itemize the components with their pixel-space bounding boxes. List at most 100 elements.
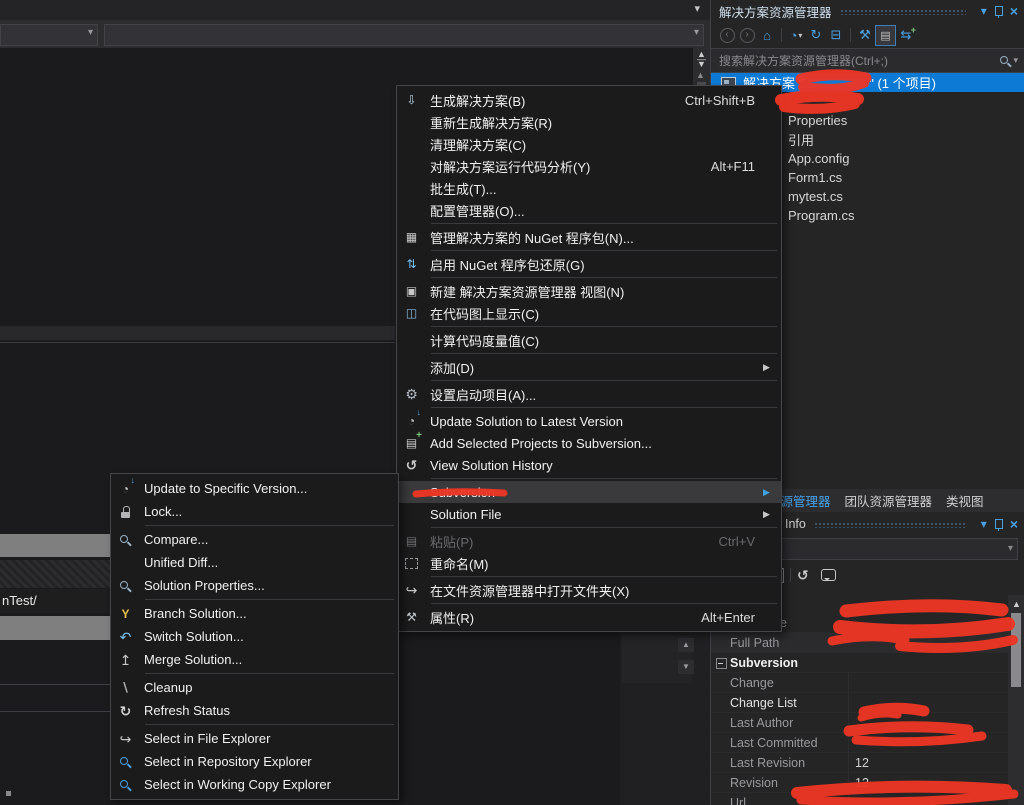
menu-item[interactable]: View Solution History ▶ (397, 454, 781, 476)
divider (0, 684, 110, 685)
pending-changes-filter-icon[interactable]: ◔▾ (786, 25, 806, 45)
property-rows: File Name Full Path Subversion Change (711, 613, 1009, 805)
menu-item-label: 对解决方案运行代码分析(Y) (430, 157, 685, 176)
menu-item[interactable]: 新建 解决方案资源管理器 视图(N) ▶ (397, 280, 781, 302)
background-bar (0, 616, 118, 640)
menu-item[interactable]: Refresh Status ▶ (111, 699, 398, 722)
merge-icon (117, 652, 134, 668)
menu-item[interactable]: Branch Solution... ▶ (111, 602, 398, 625)
solution-explorer-header: 解决方案资源管理器 ▾ × (711, 0, 1024, 22)
property-row[interactable]: Last Revision 12 (711, 753, 1009, 773)
menu-item[interactable]: Update to Specific Version... ▶ (111, 477, 398, 500)
navbar-type-dropdown[interactable]: ▾ (0, 24, 98, 46)
property-value (848, 713, 1009, 732)
menu-item[interactable]: Add Selected Projects to Subversion... ▶ (397, 432, 781, 454)
menu-item-shortcut: Alt+F11 (711, 159, 755, 174)
property-label: Change List (730, 696, 848, 710)
chevron-down-icon: ▾ (694, 27, 699, 38)
menu-item[interactable]: Lock... ▶ (111, 500, 398, 523)
tool-window-tab[interactable]: 类视图 (946, 491, 984, 510)
menu-item[interactable]: Select in Working Copy Explorer ▶ (111, 773, 398, 796)
comment-icon[interactable] (821, 569, 836, 581)
sync-with-active-document-icon[interactable]: ⇆ (896, 25, 916, 45)
menu-item[interactable]: 属性(R) Alt+Enter ▶ (397, 606, 781, 628)
menu-item-label: Branch Solution... (144, 606, 346, 621)
menu-item[interactable]: Subversion ▶ (397, 481, 781, 503)
grid-scrollbar[interactable]: ▲ (1008, 595, 1024, 805)
chevron-down-icon[interactable]: ▾ (1013, 55, 1018, 66)
refresh-icon[interactable]: ↻ (806, 25, 826, 45)
splitter-grip-icon[interactable]: ▲—▼ (695, 52, 708, 67)
menu-item[interactable]: Solution File ▶ (397, 503, 781, 525)
menu-item[interactable]: 在代码图上显示(C) ▶ (397, 302, 781, 324)
chevron-down-icon[interactable]: ▾ (694, 2, 700, 15)
menu-item[interactable]: 重命名(M) ▶ (397, 552, 781, 574)
scroll-up-icon[interactable]: ▲ (678, 638, 694, 652)
close-icon[interactable]: × (1010, 517, 1018, 531)
menu-item[interactable]: 对解决方案运行代码分析(Y) Alt+F11 ▶ (397, 155, 781, 177)
pin-icon[interactable] (995, 519, 1003, 529)
navbar-member-dropdown[interactable]: ▾ (104, 24, 704, 46)
menu-item[interactable]: 生成解决方案(B) Ctrl+Shift+B ▶ (397, 89, 781, 111)
back-button[interactable]: ‹ (717, 25, 737, 45)
property-row[interactable]: Change (711, 673, 1009, 693)
menu-item[interactable]: Compare... ▶ (111, 528, 398, 551)
search-icon[interactable] (999, 55, 1011, 67)
show-all-files-button[interactable]: ▤ (875, 25, 896, 46)
property-value (798, 653, 1009, 672)
property-row[interactable]: Change List (711, 693, 1009, 713)
menu-item[interactable]: Solution Properties... ▶ (111, 574, 398, 597)
scroll-up-icon[interactable]: ▲ (1012, 599, 1021, 609)
menu-item-label: 粘贴(P) (430, 532, 693, 551)
property-row[interactable]: Full Path (711, 633, 1009, 653)
menu-item[interactable]: Select in File Explorer ▶ (111, 727, 398, 750)
menu-item[interactable]: 管理解决方案的 NuGet 程序包(N)... ▶ (397, 226, 781, 248)
menu-item[interactable]: 清理解决方案(C) ▶ (397, 133, 781, 155)
forward-button[interactable]: › (737, 25, 757, 45)
property-row[interactable]: Url (711, 793, 1009, 805)
property-value (848, 693, 1009, 712)
scroll-up-icon[interactable]: ▲ (696, 70, 705, 80)
menu-item[interactable]: 设置启动项目(A)... ▶ (397, 383, 781, 405)
property-value: 12 (848, 753, 1009, 772)
solution-explorer-search: ▾ (711, 48, 1024, 73)
menu-item[interactable]: 启用 NuGet 程序包还原(G) ▶ (397, 253, 781, 275)
menu-item[interactable]: Merge Solution... ▶ (111, 648, 398, 671)
menu-item[interactable]: Select in Repository Explorer ▶ (111, 750, 398, 773)
window-position-icon[interactable]: ▾ (981, 518, 987, 530)
rename-icon (403, 555, 420, 571)
menu-item-label: 重命名(M) (430, 554, 729, 573)
menu-item[interactable]: 计算代码度量值(C) ▶ (397, 329, 781, 351)
home-icon[interactable]: ⌂ (757, 25, 777, 45)
property-row[interactable]: Revision 12 (711, 773, 1009, 793)
close-icon[interactable]: × (1010, 4, 1018, 18)
menu-item[interactable]: Switch Solution... ▶ (111, 625, 398, 648)
menu-item-icon (403, 202, 420, 218)
menu-item-shortcut: Ctrl+Shift+B (685, 93, 755, 108)
pin-icon[interactable] (995, 6, 1003, 16)
divider (0, 711, 110, 712)
property-row[interactable]: Last Committed (711, 733, 1009, 753)
menu-item[interactable]: 粘贴(P) Ctrl+V ▶ (397, 530, 781, 552)
menu-item[interactable]: 配置管理器(O)... ▶ (397, 199, 781, 221)
menu-item[interactable]: 在文件资源管理器中打开文件夹(X) ▶ (397, 579, 781, 601)
properties-wrench-icon[interactable]: ⚒ (855, 25, 875, 45)
menu-item[interactable]: 重新生成解决方案(R) ▶ (397, 111, 781, 133)
menu-item[interactable]: Update Solution to Latest Version ▶ (397, 410, 781, 432)
collapse-all-icon[interactable]: ⊟ (826, 25, 846, 45)
tool-window-tab[interactable]: 团队资源管理器 (845, 491, 933, 510)
menu-item[interactable]: Unified Diff... ▶ (111, 551, 398, 574)
menu-item[interactable]: 添加(D) ▶ (397, 356, 781, 378)
property-row[interactable]: Subversion (711, 653, 1009, 673)
repo-search-icon (117, 754, 134, 770)
history-icon[interactable]: ↺ (797, 567, 809, 584)
scrollbar-thumb[interactable] (1011, 613, 1021, 687)
search-input[interactable] (717, 53, 999, 69)
window-position-icon[interactable]: ▾ (981, 5, 987, 17)
property-row[interactable]: Last Author (711, 713, 1009, 733)
new-view-icon (403, 283, 420, 299)
menu-item-label: 启用 NuGet 程序包还原(G) (430, 255, 729, 274)
menu-item[interactable]: Cleanup ▶ (111, 676, 398, 699)
menu-item[interactable]: 批生成(T)... ▶ (397, 177, 781, 199)
scroll-down-icon[interactable]: ▼ (678, 660, 694, 674)
